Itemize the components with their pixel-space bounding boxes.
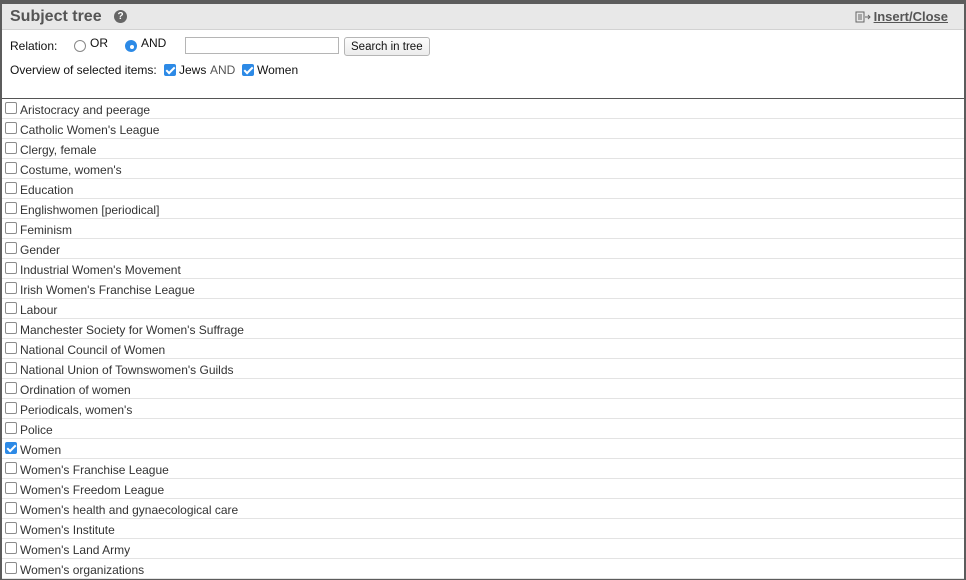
item-checkbox[interactable] bbox=[5, 142, 17, 154]
item-checkbox[interactable] bbox=[5, 182, 17, 194]
item-label: Women bbox=[20, 443, 62, 457]
item-label: Aristocracy and peerage bbox=[20, 103, 151, 117]
item-checkbox[interactable] bbox=[5, 102, 17, 114]
item-checkbox[interactable] bbox=[5, 162, 17, 174]
item-label: National Council of Women bbox=[20, 343, 166, 357]
item-checkbox[interactable] bbox=[5, 222, 17, 234]
item-checkbox[interactable] bbox=[5, 542, 17, 554]
item-checkbox[interactable] bbox=[5, 262, 17, 274]
item-checkbox[interactable] bbox=[5, 502, 17, 514]
insert-close-link[interactable]: Insert/Close bbox=[855, 9, 948, 24]
item-checkbox[interactable] bbox=[5, 482, 17, 494]
item-checkbox[interactable] bbox=[5, 422, 17, 434]
item-label: Ordination of women bbox=[20, 383, 131, 397]
radio-or[interactable] bbox=[74, 40, 86, 52]
item-label: Irish Women's Franchise League bbox=[20, 283, 195, 297]
list-item[interactable]: Periodicals, women's bbox=[2, 399, 964, 419]
item-checkbox[interactable] bbox=[5, 202, 17, 214]
item-label: Women's Land Army bbox=[20, 543, 131, 557]
item-checkbox[interactable] bbox=[5, 562, 17, 574]
item-checkbox[interactable] bbox=[5, 302, 17, 314]
item-checkbox[interactable] bbox=[5, 382, 17, 394]
item-label: Industrial Women's Movement bbox=[20, 263, 181, 277]
item-checkbox[interactable] bbox=[5, 342, 17, 354]
item-label: Police bbox=[20, 423, 53, 437]
list-item[interactable]: National Council of Women bbox=[2, 339, 964, 359]
radio-and-label[interactable]: AND bbox=[141, 36, 166, 50]
list-item[interactable]: Catholic Women's League bbox=[2, 119, 964, 139]
radio-and[interactable] bbox=[125, 40, 137, 52]
search-in-tree-button[interactable]: Search in tree bbox=[344, 37, 430, 56]
item-checkbox[interactable] bbox=[5, 362, 17, 374]
item-label: Costume, women's bbox=[20, 163, 122, 177]
item-checkbox[interactable] bbox=[5, 462, 17, 474]
overview-item-jews: Jews bbox=[179, 63, 207, 77]
item-label: Periodicals, women's bbox=[20, 403, 133, 417]
overview-joiner: AND bbox=[210, 63, 236, 77]
item-label: Feminism bbox=[20, 223, 73, 237]
subject-list: Aristocracy and peerage Catholic Women's … bbox=[2, 98, 964, 579]
item-label: Gender bbox=[20, 243, 61, 257]
list-item[interactable]: Englishwomen [periodical] bbox=[2, 199, 964, 219]
item-label: Women's organizations bbox=[20, 563, 145, 577]
item-label: Catholic Women's League bbox=[20, 123, 160, 137]
list-item[interactable]: Women's Institute bbox=[2, 519, 964, 539]
list-item[interactable]: Women's Freedom League bbox=[2, 479, 964, 499]
item-checkbox[interactable] bbox=[5, 282, 17, 294]
list-item[interactable]: Labour bbox=[2, 299, 964, 319]
insert-close-label: Insert/Close bbox=[873, 9, 948, 24]
list-item[interactable]: Feminism bbox=[2, 219, 964, 239]
item-label: Education bbox=[20, 183, 74, 197]
item-checkbox[interactable] bbox=[5, 522, 17, 534]
subject-tree-panel: Subject tree ? Insert/Close Relation: OR… bbox=[0, 0, 966, 580]
insert-icon bbox=[855, 11, 871, 22]
list-item[interactable]: Irish Women's Franchise League bbox=[2, 279, 964, 299]
radio-or-label[interactable]: OR bbox=[90, 36, 108, 50]
item-label: National Union of Townswomen's Guilds bbox=[20, 363, 234, 377]
item-checkbox[interactable] bbox=[5, 402, 17, 414]
tree-search-input[interactable] bbox=[185, 37, 339, 54]
list-item[interactable]: Women bbox=[2, 439, 964, 459]
item-label: Women's Institute bbox=[20, 523, 115, 537]
list-item[interactable]: Gender bbox=[2, 239, 964, 259]
relation-label: Relation: bbox=[10, 39, 58, 53]
item-label: Women's Freedom League bbox=[20, 483, 165, 497]
panel-header: Subject tree ? Insert/Close bbox=[2, 4, 964, 30]
list-item[interactable]: Women's Franchise League bbox=[2, 459, 964, 479]
list-item[interactable]: Women's health and gynaecological care bbox=[2, 499, 964, 519]
list-item[interactable]: Women's organizations bbox=[2, 559, 964, 579]
item-label: Women's Franchise League bbox=[20, 463, 169, 477]
list-item[interactable]: Women's Land Army bbox=[2, 539, 964, 559]
overview-checkbox-women[interactable] bbox=[242, 64, 254, 76]
item-label: Manchester Society for Women's Suffrage bbox=[20, 323, 244, 337]
list-item[interactable]: Manchester Society for Women's Suffrage bbox=[2, 319, 964, 339]
list-item[interactable]: Costume, women's bbox=[2, 159, 964, 179]
list-item[interactable]: Industrial Women's Movement bbox=[2, 259, 964, 279]
overview-label: Overview of selected items: bbox=[10, 63, 157, 77]
list-item[interactable]: Clergy, female bbox=[2, 139, 964, 159]
item-checkbox[interactable] bbox=[5, 122, 17, 134]
item-label: Labour bbox=[20, 303, 58, 317]
list-item[interactable]: Police bbox=[2, 419, 964, 439]
list-item[interactable]: Aristocracy and peerage bbox=[2, 99, 964, 119]
item-checkbox[interactable] bbox=[5, 322, 17, 334]
item-label: Women's health and gynaecological care bbox=[20, 503, 239, 517]
item-checkbox[interactable] bbox=[5, 242, 17, 254]
overview-row: Overview of selected items: Jews AND Wom… bbox=[10, 61, 910, 79]
overview-item-women: Women bbox=[257, 63, 299, 77]
item-checkbox[interactable] bbox=[5, 442, 17, 454]
list-item[interactable]: Ordination of women bbox=[2, 379, 964, 399]
panel-title: Subject tree bbox=[10, 8, 102, 25]
item-label: Englishwomen [periodical] bbox=[20, 203, 160, 217]
overview-checkbox-jews[interactable] bbox=[164, 64, 176, 76]
relation-row: Relation: OR AND Search in tree bbox=[10, 34, 910, 56]
item-label: Clergy, female bbox=[20, 143, 97, 157]
help-icon[interactable]: ? bbox=[114, 10, 127, 23]
list-item[interactable]: Education bbox=[2, 179, 964, 199]
list-item[interactable]: National Union of Townswomen's Guilds bbox=[2, 359, 964, 379]
